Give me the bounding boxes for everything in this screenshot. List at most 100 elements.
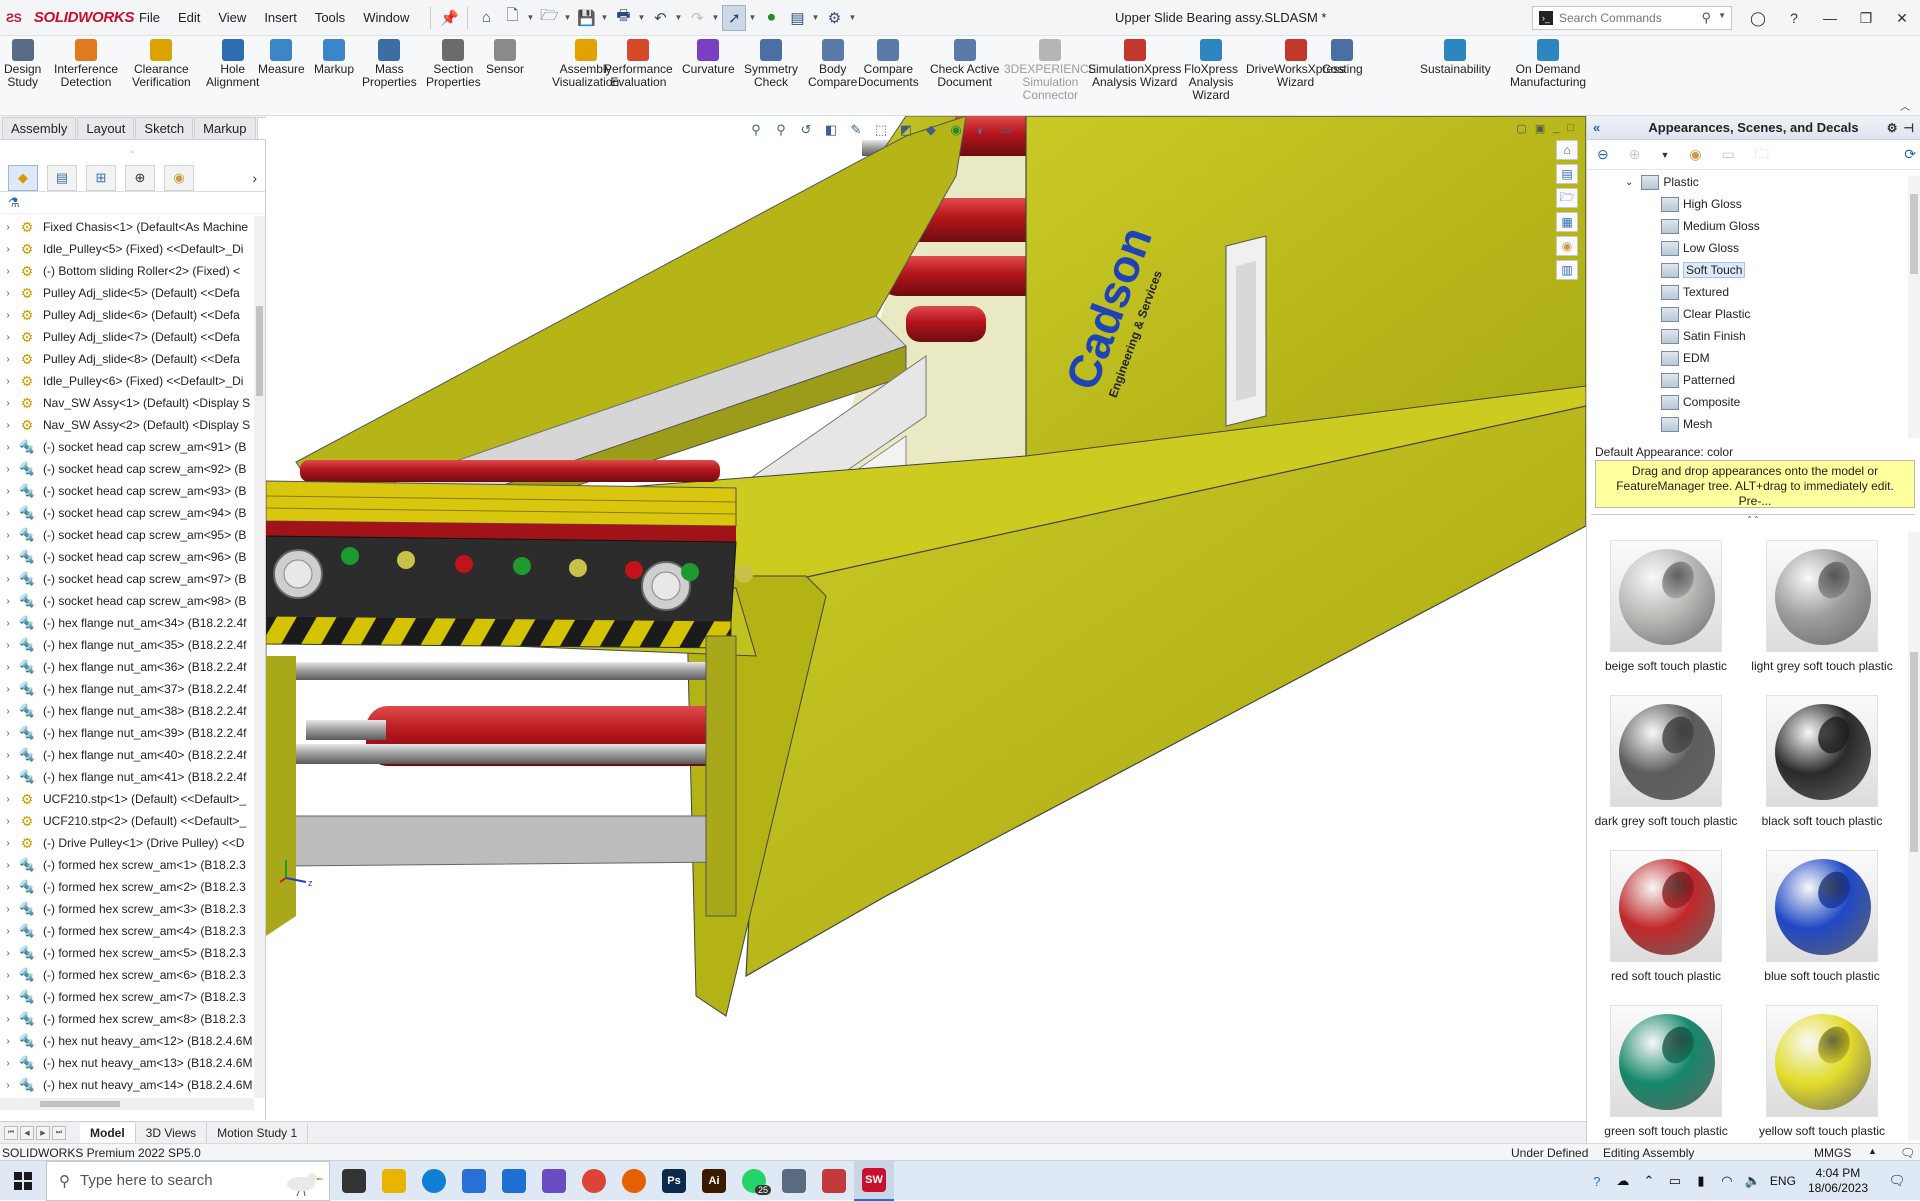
traffic-light-icon[interactable]: ⏺ (759, 5, 783, 31)
chrome-icon[interactable] (574, 1161, 614, 1201)
open-folder-icon[interactable]: 🗁 (537, 5, 561, 31)
interference-detection-button[interactable]: Interference Detection (54, 39, 118, 89)
simulationxpress-button[interactable]: SimulationXpress Analysis Wizard (1088, 39, 1181, 89)
search-commands-input[interactable]: ›_ Search Commands ⚲ ▼ (1532, 6, 1732, 30)
tab-sketch[interactable]: Sketch (135, 117, 194, 139)
tree-item[interactable]: › 🔩 (-) socket head cap screw_am<92> (B (0, 458, 254, 480)
folder-item[interactable]: Medium Gloss (1587, 215, 1909, 237)
calculator-icon[interactable] (774, 1161, 814, 1201)
dimxpert-manager-icon[interactable]: ⊕ (125, 164, 155, 191)
panel-grip[interactable]: ◦ (0, 140, 265, 164)
tree-item[interactable]: › 🔩 (-) socket head cap screw_am<95> (B (0, 524, 254, 546)
view-orientation-icon[interactable]: ⬚ (871, 120, 891, 140)
expand-arrow-icon[interactable]: › (0, 574, 16, 585)
tree-item[interactable]: › 🔩 (-) socket head cap screw_am<93> (B (0, 480, 254, 502)
hide-show-items-icon[interactable]: ◆ (921, 120, 941, 140)
pin-icon[interactable]: 📌 (437, 5, 461, 31)
menu-tools[interactable]: Tools (306, 10, 354, 25)
save-icon[interactable]: 💾 (574, 5, 598, 31)
solidworks-resources-icon[interactable]: ⌂ (1556, 140, 1578, 160)
folder-item[interactable]: Clear Plastic (1587, 303, 1909, 325)
gallery-scrollbar[interactable] (1908, 532, 1920, 1140)
view-settings-icon[interactable]: ▭ (996, 120, 1016, 140)
expand-arrow-icon[interactable]: › (0, 684, 16, 695)
filter-icon[interactable]: ⚗ (8, 195, 20, 211)
home-icon[interactable]: ⌂ (474, 5, 498, 31)
user-account-icon[interactable]: ◯ (1740, 0, 1776, 36)
taskbar-clock[interactable]: 4:04 PM 18/06/2023 (1808, 1166, 1868, 1196)
help-circle-icon[interactable]: ? (1584, 1174, 1610, 1189)
folder-item[interactable]: Composite (1587, 391, 1909, 413)
microsoft-store-icon[interactable] (454, 1161, 494, 1201)
last-tab-icon[interactable]: ⏭ (52, 1125, 66, 1140)
appearance-swatch[interactable]: green soft touch plastic (1588, 1005, 1744, 1138)
sensor-button[interactable]: Sensor (486, 39, 524, 76)
tree-item[interactable]: › 🔩 (-) formed hex screw_am<6> (B18.2.3 (0, 964, 254, 986)
minimize-button[interactable]: — (1812, 0, 1848, 36)
display-style-icon[interactable]: ◩ (896, 120, 916, 140)
appearances-library-icon[interactable]: ◉ (1689, 146, 1701, 163)
tree-item[interactable]: › 🔩 (-) hex nut heavy_am<14> (B18.2.4.6M (0, 1074, 254, 1096)
expand-arrow-icon[interactable]: › (0, 442, 16, 453)
conveyor-model-render[interactable]: Cadson Engineering & Services z (266, 116, 1586, 1120)
floxpress-button[interactable]: FloXpress Analysis Wizard (1184, 39, 1238, 102)
expand-arrow-icon[interactable]: › (0, 1080, 16, 1091)
expand-arrow-icon[interactable]: › (0, 420, 16, 431)
whatsapp-icon[interactable]: 25 (734, 1161, 774, 1201)
appearance-swatch[interactable]: red soft touch plastic (1588, 850, 1744, 983)
tree-item[interactable]: › 🔩 (-) formed hex screw_am<8> (B18.2.3 (0, 1008, 254, 1030)
tree-item[interactable]: › ⚙ Pulley Adj_slide<6> (Default) <<Defa (0, 304, 254, 326)
print-icon[interactable]: 🖶 (611, 5, 635, 31)
curvature-button[interactable]: Curvature (682, 39, 735, 76)
power-icon[interactable]: ▮ (1688, 1173, 1714, 1189)
expand-arrow-icon[interactable]: › (0, 266, 16, 277)
illustrator-icon[interactable]: Ai (694, 1161, 734, 1201)
appearance-swatch[interactable]: black soft touch plastic (1744, 695, 1900, 828)
performance-evaluation-button[interactable]: Performance Evaluation (604, 39, 673, 89)
back-arrow-icon[interactable]: ⊖ (1597, 146, 1609, 163)
select-pointer-icon[interactable]: ➚ (722, 4, 747, 31)
restore-button[interactable]: ❐ (1848, 0, 1884, 36)
expand-arrow-icon[interactable]: › (0, 486, 16, 497)
chevron-down-icon[interactable]: ▼ (748, 13, 757, 22)
custom-properties-icon[interactable]: ▥ (1556, 260, 1578, 280)
tree-item[interactable]: › 🔩 (-) hex flange nut_am<36> (B18.2.2.4f (0, 656, 254, 678)
property-manager-icon[interactable]: ▤ (47, 164, 77, 191)
network-icon[interactable]: ▭ (1662, 1173, 1688, 1189)
folder-item[interactable]: Soft Touch (1587, 259, 1909, 281)
tree-item[interactable]: › ⚙ Idle_Pulley<6> (Fixed) <<Default>_Di (0, 370, 254, 392)
close-button[interactable]: ✕ (1884, 0, 1920, 36)
tree-item[interactable]: › 🔩 (-) hex flange nut_am<41> (B18.2.2.4f (0, 766, 254, 788)
apply-scene-icon[interactable]: ◐ (971, 120, 991, 140)
tree-item[interactable]: › 🔩 (-) formed hex screw_am<3> (B18.2.3 (0, 898, 254, 920)
settings-gear-icon[interactable]: ⚙ (1887, 121, 1898, 135)
search-icon[interactable]: ⚲ (1701, 10, 1711, 26)
folder-item[interactable]: EDM (1587, 347, 1909, 369)
firefox-icon[interactable] (614, 1161, 654, 1201)
help-bubble-icon[interactable]: 🗨 (1900, 1146, 1915, 1160)
expand-arrow-icon[interactable]: › (0, 992, 16, 1003)
expand-arrow-icon[interactable]: › (0, 354, 16, 365)
measure-button[interactable]: Measure (258, 39, 305, 76)
appearance-swatch[interactable]: yellow soft touch plastic (1744, 1005, 1900, 1138)
clearance-verification-button[interactable]: Clearance Verification (132, 39, 191, 89)
expand-arrow-icon[interactable]: › (0, 706, 16, 717)
expand-arrow-icon[interactable]: › (0, 398, 16, 409)
photoshop-icon[interactable]: Ps (654, 1161, 694, 1201)
view-palette-icon[interactable]: ▦ (1556, 212, 1578, 232)
file-properties-icon[interactable]: ▤ (785, 5, 809, 31)
expand-arrow-icon[interactable]: › (0, 1058, 16, 1069)
chevron-down-icon[interactable]: ▼ (637, 13, 646, 22)
create-folder-icon[interactable]: 🗀 (1755, 143, 1769, 167)
section-properties-button[interactable]: Section Properties (426, 39, 481, 89)
chevron-up-icon[interactable]: ⌃ (1636, 1173, 1662, 1189)
expand-arrow-icon[interactable]: › (0, 1014, 16, 1025)
tree-item[interactable]: › 🔩 (-) socket head cap screw_am<98> (B (0, 590, 254, 612)
chevron-up-icon[interactable]: ▲ (1868, 1146, 1877, 1156)
expand-arrow-icon[interactable]: › (0, 772, 16, 783)
chevron-down-icon[interactable]: ▼ (811, 13, 820, 22)
tree-item[interactable]: › 🔩 (-) socket head cap screw_am<91> (B (0, 436, 254, 458)
check-active-document-button[interactable]: Check Active Document (930, 39, 999, 89)
solidworks-logo[interactable]: ƧS SOLIDWORKS (0, 9, 134, 26)
collapse-arrow-icon[interactable]: ⌄ (1625, 177, 1633, 188)
